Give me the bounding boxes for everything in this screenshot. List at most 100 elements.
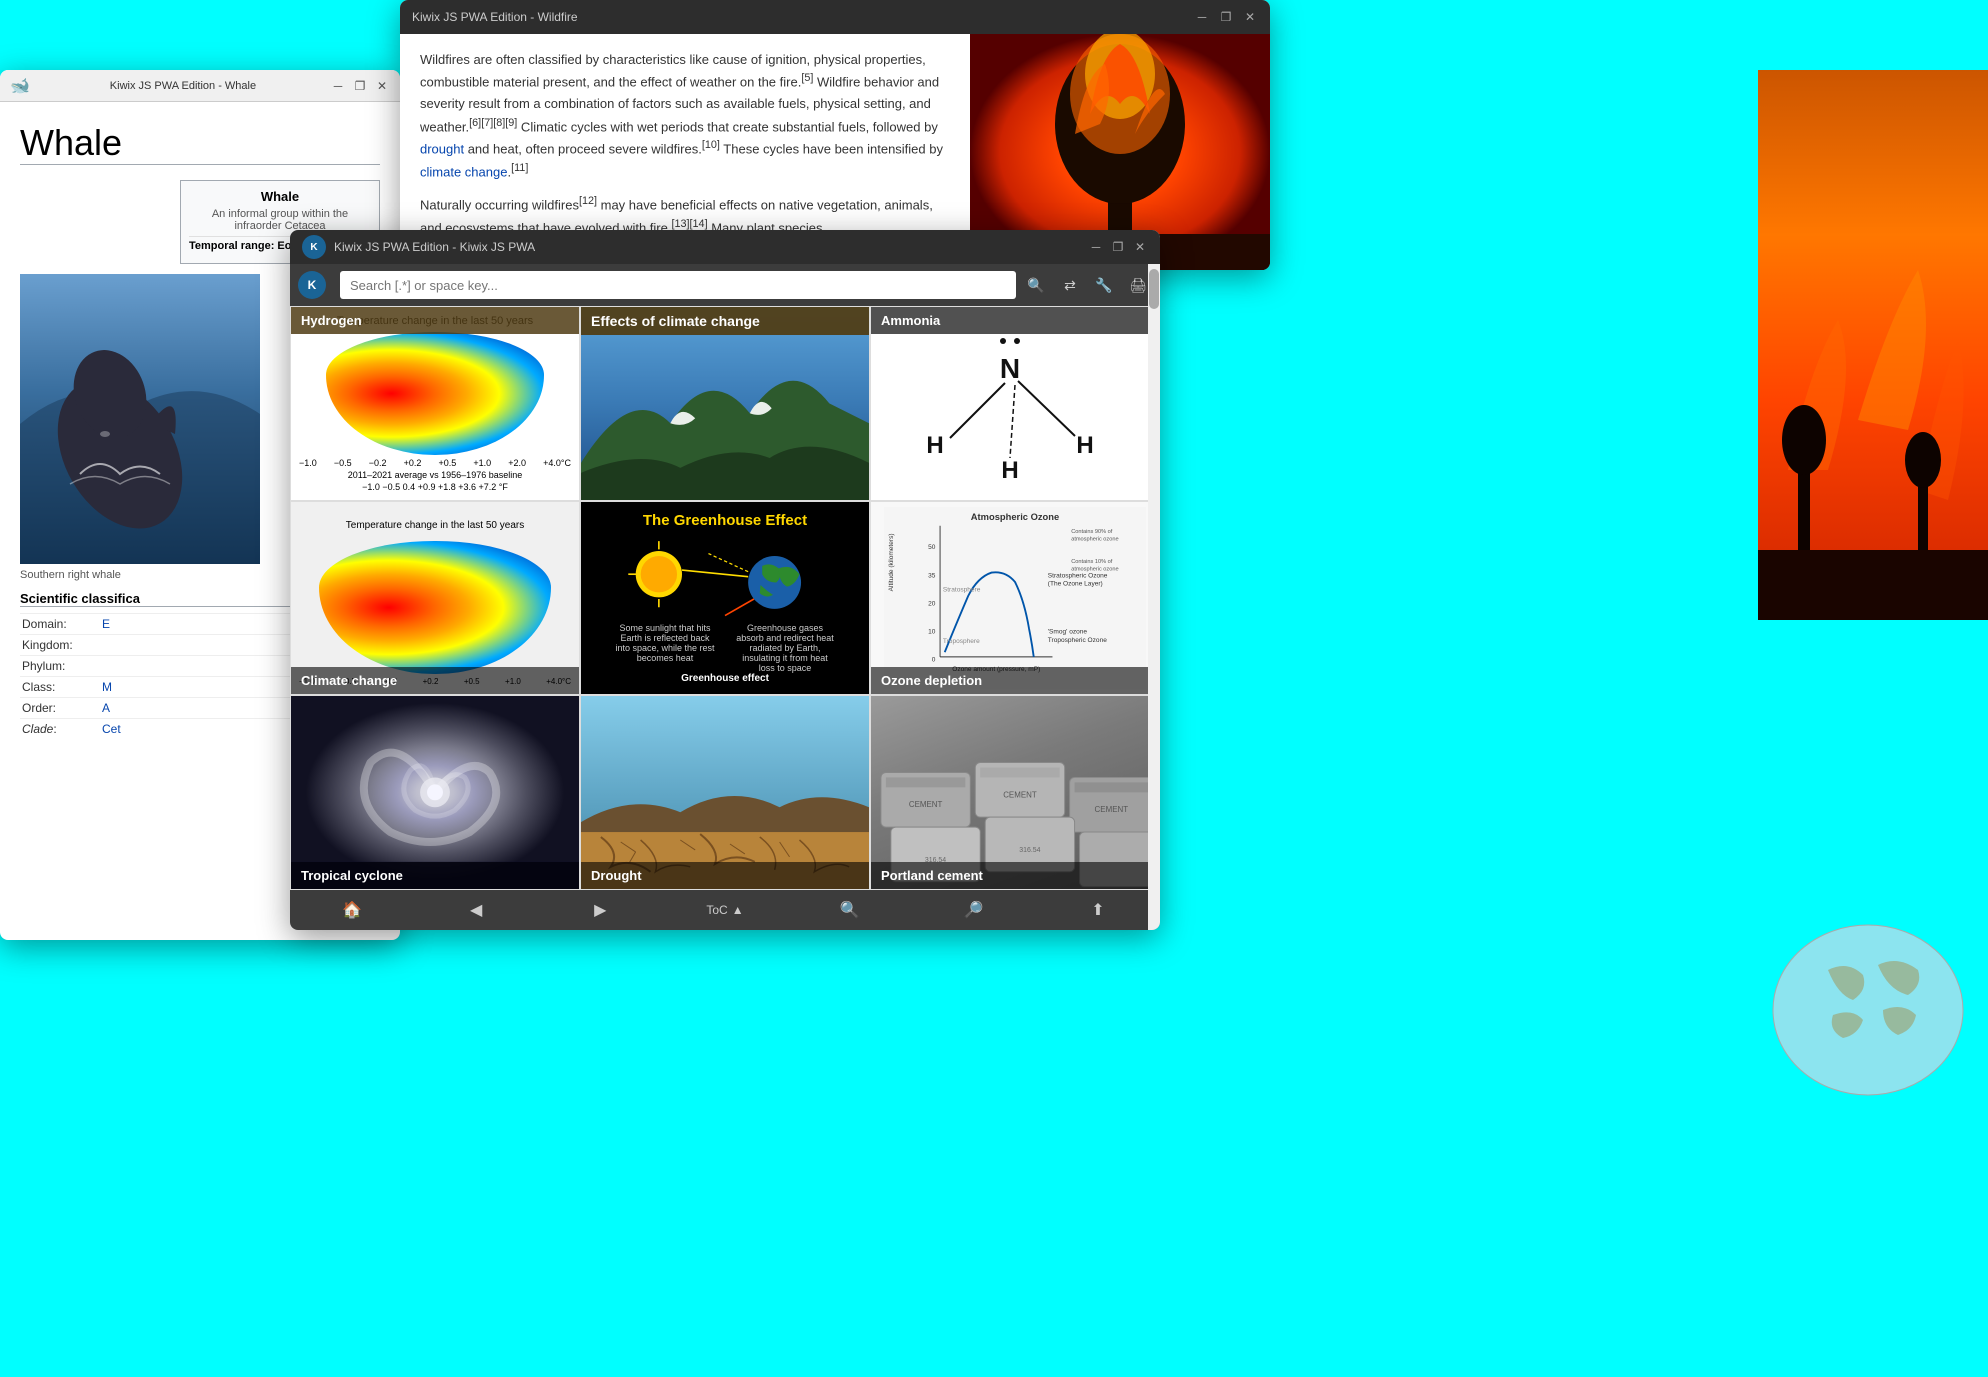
kiwix-card-climate[interactable]: Temperature change in the last 50 years … — [290, 501, 580, 696]
drought-link[interactable]: drought — [420, 142, 464, 157]
svg-text:35: 35 — [928, 572, 936, 579]
whale-domain-value: E — [102, 617, 110, 631]
svg-text:(The Ozone Layer): (The Ozone Layer) — [1048, 580, 1103, 587]
wildfire-restore-btn[interactable]: ❐ — [1218, 9, 1234, 25]
svg-text:CEMENT: CEMENT — [1095, 806, 1129, 815]
svg-text:10: 10 — [928, 628, 936, 635]
climate-label: Climate change — [291, 667, 579, 694]
kiwix-close-btn[interactable]: ✕ — [1132, 239, 1148, 255]
wildfire-title: Kiwix JS PWA Edition - Wildfire — [412, 10, 1194, 24]
globe-svg — [1768, 920, 1968, 1100]
kiwix-card-ozone[interactable]: Atmospheric Ozone Altitude (kilometers) … — [870, 501, 1160, 696]
whale-restore-btn[interactable]: ❐ — [352, 78, 368, 94]
whale-domain-label: Domain: — [22, 617, 102, 631]
svg-text:0: 0 — [932, 656, 936, 663]
kiwix-toc-btn[interactable]: ToC ▲ — [706, 903, 743, 917]
kiwix-scroll-top-btn[interactable]: ⬆ — [1080, 892, 1116, 928]
kiwix-bottom-nav: 🏠 ◀ ▶ ToC ▲ 🔍 🔎 ⬆ — [290, 890, 1160, 930]
ammonia-label: Ammonia — [871, 307, 1159, 334]
ozone-content: Atmospheric Ozone Altitude (kilometers) … — [871, 502, 1159, 695]
svg-text:20: 20 — [928, 600, 936, 607]
kiwix-forward-btn[interactable]: ▶ — [582, 892, 618, 928]
kiwix-random-btn[interactable]: ⇄ — [1056, 271, 1084, 299]
svg-text:'Smog' ozone: 'Smog' ozone — [1048, 628, 1088, 635]
toc-chevron: ▲ — [732, 903, 744, 917]
whale-window-controls: ─ ❐ ✕ — [330, 78, 390, 94]
svg-text:Stratospheric Ozone: Stratospheric Ozone — [1048, 572, 1108, 579]
svg-text:H: H — [926, 432, 943, 459]
kiwix-search-btn[interactable]: 🔍 — [1022, 271, 1050, 299]
kiwix-zoom-out-btn[interactable]: 🔎 — [956, 892, 992, 928]
whale-heading: Whale — [20, 122, 380, 165]
svg-text:atmospheric ozone: atmospheric ozone — [1071, 536, 1118, 542]
climate-change-link[interactable]: climate change — [420, 165, 507, 180]
svg-text:Contains 10% of: Contains 10% of — [1071, 559, 1113, 565]
kiwix-window: K Kiwix JS PWA Edition - Kiwix JS PWA ─ … — [290, 230, 1160, 930]
toc-label: ToC — [706, 903, 727, 917]
kiwix-window-controls: ─ ❐ ✕ — [1088, 239, 1148, 255]
svg-text:Troposphere: Troposphere — [943, 637, 980, 644]
svg-text:Altitude (kilometers): Altitude (kilometers) — [888, 533, 895, 591]
whale-close-btn[interactable]: ✕ — [374, 78, 390, 94]
whale-kingdom-label: Kingdom: — [22, 638, 102, 652]
cyclone-svg — [291, 696, 579, 889]
heatmap-scale: −1.0−0.5−0.2+0.2+0.5+1.0+2.0+4.0°C — [299, 458, 571, 468]
kiwix-scrollbar-thumb[interactable] — [1149, 269, 1159, 309]
kiwix-settings-btn[interactable]: 🔧 — [1090, 271, 1118, 299]
kiwix-card-ammonia[interactable]: N H H H Ammonia — [870, 306, 1160, 501]
kiwix-minimize-btn[interactable]: ─ — [1088, 239, 1104, 255]
svg-text:atmospheric ozone: atmospheric ozone — [1071, 566, 1118, 572]
kiwix-search-input[interactable] — [340, 271, 1016, 299]
whale-titlebar-icon: 🐋 — [10, 76, 30, 96]
kiwix-card-greenhouse[interactable]: The Greenhouse Effect — [580, 501, 870, 696]
climate-heatmap-title: Temperature change in the last 50 years — [299, 520, 571, 531]
whale-titlebar: 🐋 Kiwix JS PWA Edition - Whale ─ ❐ ✕ — [0, 70, 400, 102]
kiwix-restore-btn[interactable]: ❐ — [1110, 239, 1126, 255]
cement-label: Portland cement — [871, 862, 1159, 889]
wildfire-window-controls: ─ ❐ ✕ — [1194, 9, 1258, 25]
kiwix-card-drought[interactable]: Drought — [580, 695, 870, 890]
whale-photo-svg — [20, 274, 260, 564]
wildfire-paragraph-1: Wildfires are often classified by charac… — [420, 49, 955, 183]
kiwix-card-cement[interactable]: CEMENT CEMENT CEMENT 316.54 316.54 — [870, 695, 1160, 890]
svg-text:Atmospheric Ozone: Atmospheric Ozone — [971, 512, 1059, 522]
greenhouse-desc2: Greenhouse gases absorb and redirect hea… — [735, 623, 835, 673]
whale-class-label: Class: — [22, 680, 102, 694]
whale-photo — [20, 274, 260, 564]
cyclone-image — [291, 696, 579, 889]
heatmap-fahrenheit: −1.0 −0.5 0.4 +0.9 +1.8 +3.6 +7.2 °F — [299, 482, 571, 492]
kiwix-scrollbar[interactable] — [1148, 264, 1160, 930]
wildfire-minimize-btn[interactable]: ─ — [1194, 9, 1210, 25]
greenhouse-svg — [605, 537, 845, 620]
kiwix-home-btn[interactable]: 🏠 — [334, 892, 370, 928]
greenhouse-content: The Greenhouse Effect — [581, 502, 869, 695]
whale-title: Kiwix JS PWA Edition - Whale — [36, 80, 330, 92]
drought-image — [581, 696, 869, 889]
kiwix-titlebar: K Kiwix JS PWA Edition - Kiwix JS PWA ─ … — [290, 230, 1160, 264]
drought-label: Drought — [581, 862, 869, 889]
kiwix-zoom-in-btn[interactable]: 🔍 — [832, 892, 868, 928]
whale-order-value: A — [102, 701, 110, 715]
wildfire-close-btn[interactable]: ✕ — [1242, 9, 1258, 25]
drought-svg — [581, 696, 869, 889]
svg-text:CEMENT: CEMENT — [1003, 791, 1037, 800]
climate-heatmap-visual — [319, 541, 550, 675]
kiwix-back-btn[interactable]: ◀ — [458, 892, 494, 928]
kiwix-toolbar: K 🔍 ⇄ 🔧 🖨 — [290, 264, 1160, 306]
greenhouse-captions: Some sunlight that hits Earth is reflect… — [615, 623, 835, 673]
whale-minimize-btn[interactable]: ─ — [330, 78, 346, 94]
whale-class-value: M — [102, 680, 112, 694]
whale-phylum-label: Phylum: — [22, 659, 102, 673]
svg-text:H: H — [1076, 432, 1093, 459]
ozone-svg: Atmospheric Ozone Altitude (kilometers) … — [876, 507, 1154, 690]
kiwix-card-hydrogen[interactable]: Temperature change in the last 50 years … — [290, 306, 580, 501]
kiwix-card-effects[interactable]: Effects of climate change — [580, 306, 870, 501]
greenhouse-title: The Greenhouse Effect — [643, 512, 807, 529]
kiwix-card-cyclone[interactable]: Tropical cyclone — [290, 695, 580, 890]
ammonia-content: N H H H — [871, 307, 1159, 500]
effects-svg — [581, 307, 869, 500]
ammonia-svg: N H H H — [910, 323, 1120, 483]
greenhouse-label: Greenhouse effect — [681, 673, 769, 684]
svg-text:Contains 90% of: Contains 90% of — [1071, 529, 1113, 535]
cement-image: CEMENT CEMENT CEMENT 316.54 316.54 — [871, 696, 1159, 889]
